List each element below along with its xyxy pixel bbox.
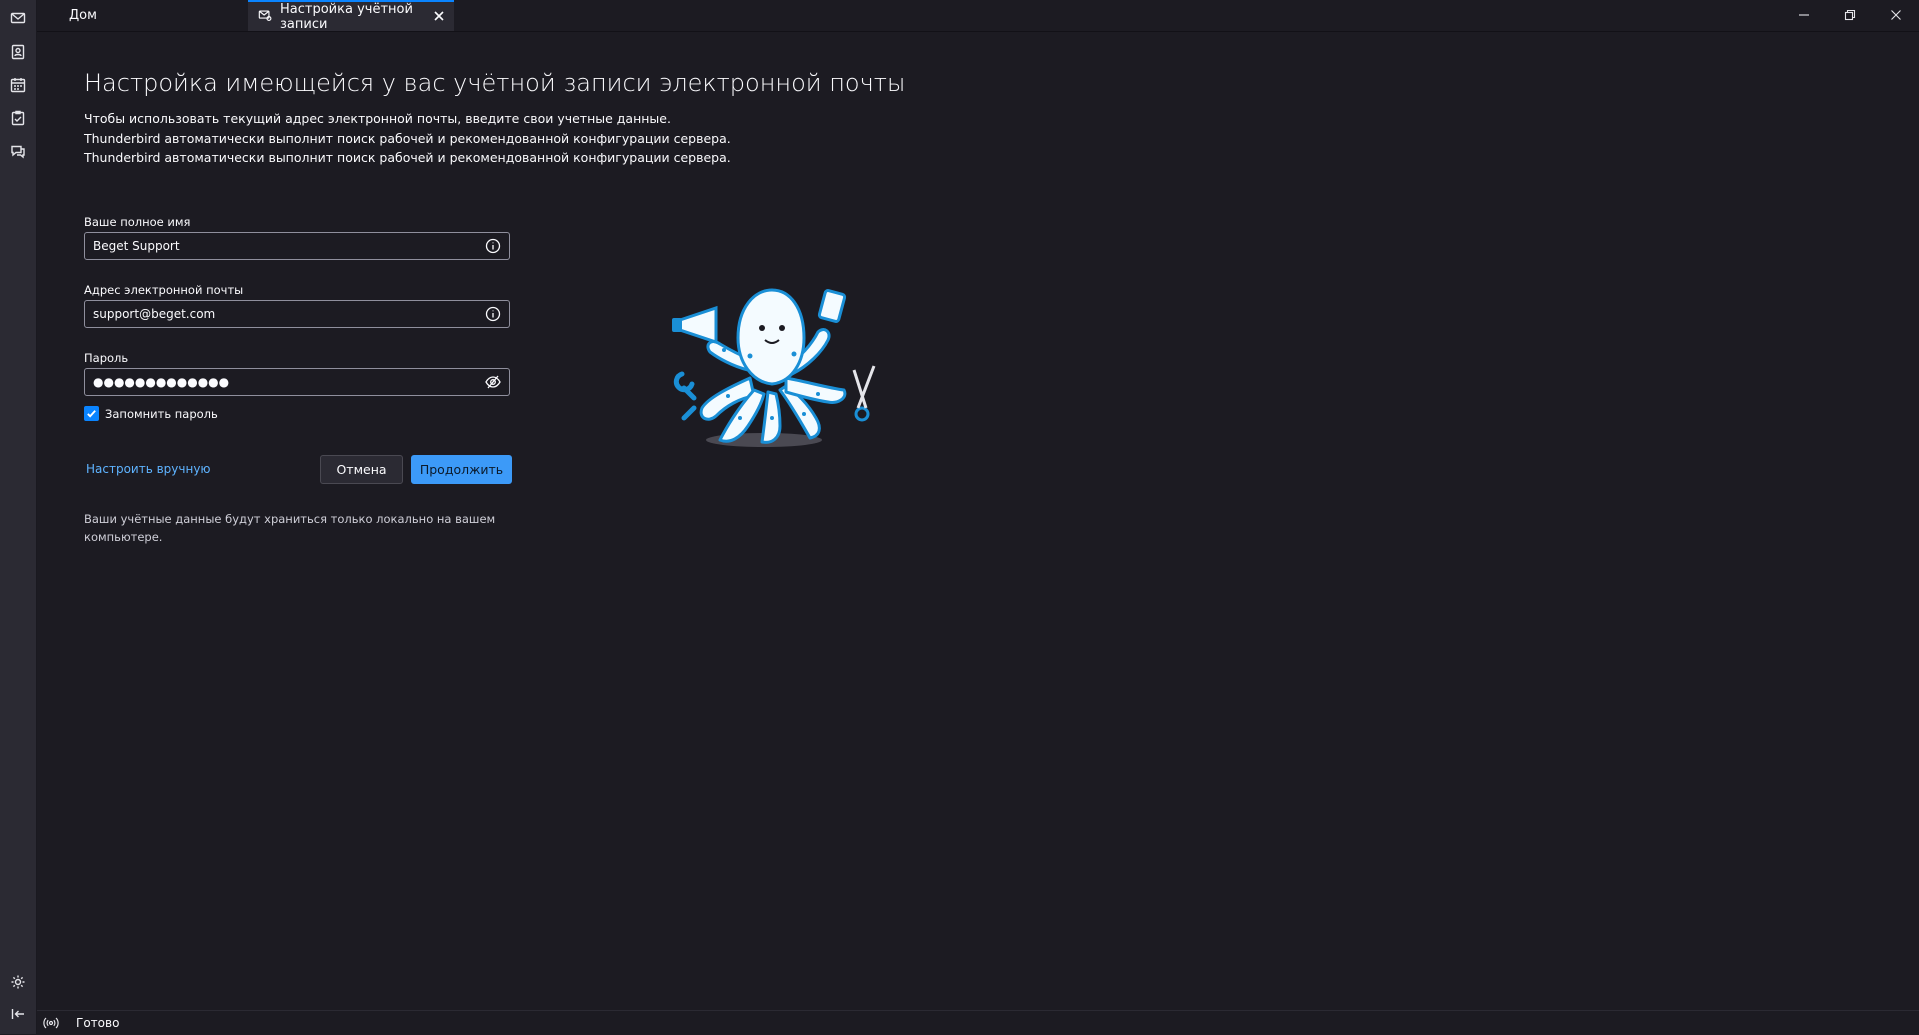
chat-space-button[interactable] <box>6 139 30 163</box>
restore-button[interactable] <box>1844 6 1860 22</box>
remember-password-label: Запомнить пароль <box>105 406 218 421</box>
full-name-field-container <box>84 232 510 260</box>
description-line-3: Thunderbird автоматически выполнит поиск… <box>84 150 731 165</box>
mail-icon <box>10 12 26 24</box>
close-window-icon <box>1891 10 1901 20</box>
spaces-toolbar <box>0 0 37 1034</box>
email-field-container <box>84 300 510 328</box>
remember-password-checkbox[interactable] <box>84 406 99 421</box>
password-field-container <box>84 368 510 396</box>
address-book-space-button[interactable] <box>6 40 30 64</box>
continue-button[interactable]: Продолжить <box>411 455 512 484</box>
full-name-info-button[interactable] <box>485 238 501 254</box>
minimize-icon <box>1799 14 1809 16</box>
close-window-button[interactable] <box>1890 6 1906 22</box>
checkmark-icon <box>87 410 96 418</box>
minimize-button[interactable] <box>1798 6 1814 22</box>
broadcast-icon <box>43 1017 59 1029</box>
address-book-icon <box>11 44 25 60</box>
close-tab-button[interactable] <box>432 9 446 23</box>
collapse-icon <box>11 1009 24 1019</box>
chat-icon <box>11 145 25 159</box>
manual-config-link[interactable]: Настроить вручную <box>86 462 211 476</box>
tab-bar: Дом Настройка учётной записи <box>37 0 1919 32</box>
octopus-mascot-illustration <box>672 288 876 447</box>
email-input[interactable] <box>85 301 481 327</box>
info-icon <box>485 238 501 254</box>
settings-icon <box>11 975 25 989</box>
password-label: Пароль <box>84 351 129 365</box>
status-bar: Готово <box>37 1010 1919 1035</box>
tasks-icon <box>11 110 25 126</box>
restore-icon <box>1844 9 1856 21</box>
mail-settings-icon <box>258 8 272 26</box>
tab-home-label: Дом <box>69 8 97 23</box>
full-name-input[interactable] <box>85 233 481 259</box>
tab-account-label: Настройка учётной записи <box>280 1 413 32</box>
online-status-button[interactable] <box>42 1014 60 1032</box>
info-icon <box>485 306 501 322</box>
email-label: Адрес электронной почты <box>84 283 244 297</box>
cancel-button[interactable]: Отмена <box>320 455 403 484</box>
tasks-space-button[interactable] <box>6 106 30 130</box>
privacy-note-line-2: компьютере. <box>84 530 163 544</box>
toggle-password-visibility-button[interactable] <box>485 374 501 390</box>
eye-slash-icon <box>485 375 501 389</box>
tab-home[interactable]: Дом <box>69 0 239 31</box>
email-info-button[interactable] <box>485 306 501 322</box>
remember-password-row[interactable]: Запомнить пароль <box>84 406 218 421</box>
settings-button[interactable] <box>6 970 30 994</box>
privacy-note-line-1: Ваши учётные данные будут храниться толь… <box>84 512 496 526</box>
mail-space-button[interactable] <box>6 6 30 30</box>
full-name-label: Ваше полное имя <box>84 215 191 229</box>
close-icon <box>434 11 444 21</box>
collapse-sidebar-button[interactable] <box>6 1002 30 1026</box>
tab-account-setup[interactable]: Настройка учётной записи <box>248 0 454 32</box>
description-line-1: Чтобы использовать текущий адрес электро… <box>84 111 671 126</box>
status-text: Готово <box>76 1016 120 1030</box>
description-line-2: Thunderbird автоматически выполнит поиск… <box>84 131 731 146</box>
page-title: Настройка имеющейся у вас учётной записи… <box>84 69 906 97</box>
password-input[interactable] <box>85 369 481 395</box>
calendar-icon <box>10 78 26 93</box>
calendar-space-button[interactable] <box>6 73 30 97</box>
